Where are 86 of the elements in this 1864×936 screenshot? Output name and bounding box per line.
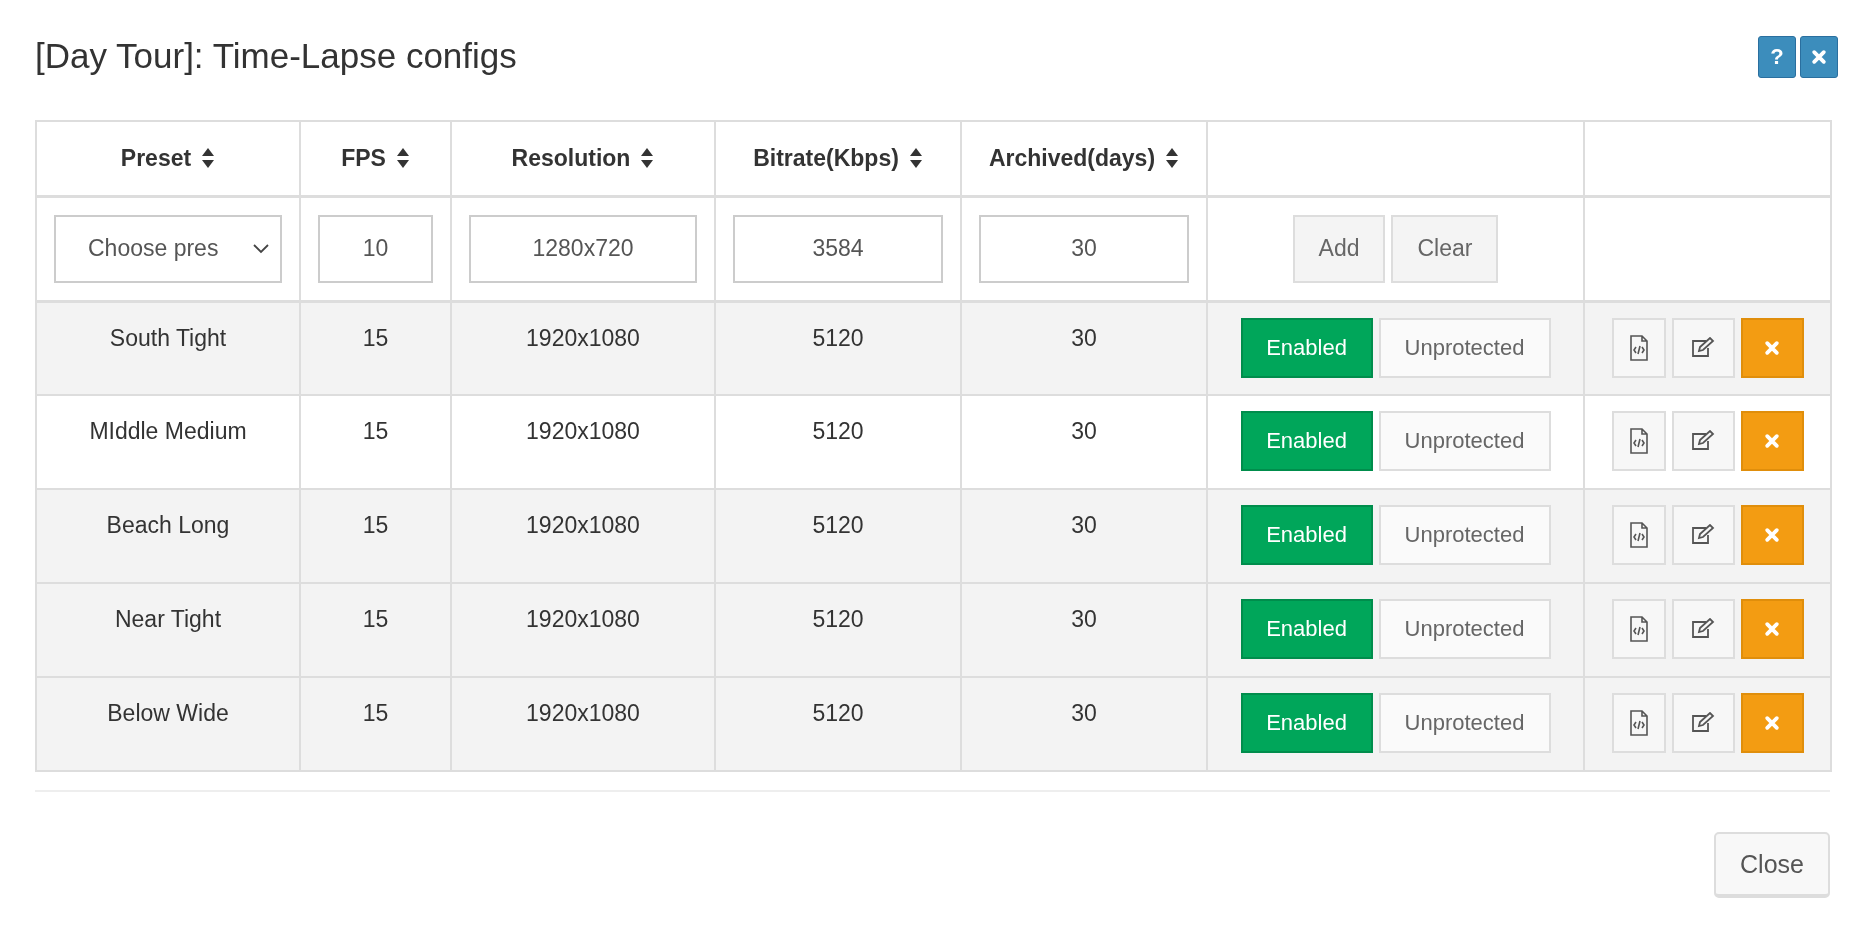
code-button[interactable]: [1611, 693, 1666, 753]
edit-icon: [1690, 430, 1716, 452]
table-cell: 30: [1071, 606, 1097, 633]
table-cell: 15: [362, 418, 389, 445]
code-file-icon: [1628, 428, 1649, 454]
edit-icon: [1690, 336, 1716, 359]
help-button[interactable]: ?: [1758, 36, 1796, 78]
table-cell: 5120: [812, 606, 864, 633]
close-icon: [1811, 49, 1827, 65]
close-icon: [1764, 339, 1780, 356]
table-cell: Below Wide: [107, 700, 229, 727]
delete-button[interactable]: [1740, 411, 1804, 471]
fps-field[interactable]: 10: [318, 214, 433, 283]
code-file-icon: [1628, 334, 1649, 361]
dialog-title: [Day Tour]: Time-Lapse configs: [35, 36, 517, 76]
column-header[interactable]: FPS: [341, 144, 386, 172]
resolution-field[interactable]: 1280x720: [469, 214, 697, 283]
close-button[interactable]: [1800, 36, 1838, 78]
edit-button[interactable]: [1671, 505, 1735, 565]
table-cell: 1920x1080: [526, 418, 640, 445]
table-cell: 5120: [812, 418, 864, 445]
code-button[interactable]: [1611, 317, 1666, 378]
bitrate-field[interactable]: 3584: [733, 214, 943, 283]
delete-button[interactable]: [1740, 317, 1804, 378]
code-button[interactable]: [1611, 599, 1666, 659]
sort-icon: [395, 147, 410, 170]
table-cell: 15: [362, 700, 389, 727]
sort-icon: [640, 147, 655, 170]
protection-button[interactable]: Unprotected: [1378, 411, 1551, 471]
add-button[interactable]: Add: [1292, 214, 1386, 283]
edit-button[interactable]: [1671, 411, 1735, 471]
close-button[interactable]: Close: [1714, 832, 1830, 898]
code-button[interactable]: [1611, 411, 1666, 471]
edit-icon: [1690, 524, 1716, 546]
table-cell: 30: [1071, 418, 1097, 445]
protection-button[interactable]: Unprotected: [1378, 599, 1551, 659]
edit-icon: [1690, 712, 1716, 734]
status-button[interactable]: Enabled: [1240, 411, 1373, 471]
edit-button[interactable]: [1671, 693, 1735, 753]
table-cell: 30: [1071, 324, 1097, 352]
table-cell: 15: [362, 324, 389, 352]
delete-button[interactable]: [1740, 693, 1804, 753]
archived-field[interactable]: 30: [979, 214, 1189, 283]
delete-button[interactable]: [1740, 599, 1804, 659]
table-cell: Beach Long: [106, 512, 230, 539]
close-icon: [1764, 715, 1780, 731]
column-header[interactable]: Resolution: [511, 144, 631, 172]
edit-button[interactable]: [1671, 317, 1735, 378]
table-cell: 5120: [812, 700, 864, 727]
table-cell: 1920x1080: [526, 700, 640, 727]
status-button[interactable]: Enabled: [1240, 505, 1373, 565]
table-cell: MIddle Medium: [89, 418, 247, 445]
table-cell: 1920x1080: [526, 606, 640, 633]
edit-button[interactable]: [1671, 599, 1735, 659]
edit-icon: [1690, 618, 1716, 640]
table-cell: 15: [362, 512, 389, 539]
protection-button[interactable]: Unprotected: [1378, 693, 1551, 753]
table-cell: 30: [1071, 512, 1097, 539]
table-cell: 1920x1080: [526, 324, 640, 352]
table-cell: South Tight: [109, 324, 227, 352]
table-cell: 1920x1080: [526, 512, 640, 539]
code-file-icon: [1628, 710, 1649, 736]
status-button[interactable]: Enabled: [1240, 599, 1373, 659]
status-button[interactable]: Enabled: [1240, 693, 1373, 753]
code-file-icon: [1628, 616, 1649, 642]
code-file-icon: [1628, 522, 1649, 548]
table-cell: 30: [1071, 700, 1097, 727]
clear-button[interactable]: Clear: [1391, 214, 1499, 283]
table-cell: 5120: [812, 512, 864, 539]
close-icon: [1764, 621, 1780, 637]
code-button[interactable]: [1611, 505, 1666, 565]
protection-button[interactable]: Unprotected: [1378, 317, 1551, 378]
table-cell: 15: [362, 606, 389, 633]
close-icon: [1764, 433, 1780, 449]
column-header[interactable]: Preset: [120, 144, 192, 172]
status-button[interactable]: Enabled: [1240, 317, 1373, 378]
sort-icon: [1165, 147, 1180, 170]
delete-button[interactable]: [1740, 505, 1804, 565]
sort-icon: [908, 147, 923, 170]
sort-icon: [201, 147, 216, 170]
table-cell: 5120: [812, 324, 864, 352]
table-cell: Near Tight: [114, 606, 222, 633]
preset-select[interactable]: Choose pres: [54, 214, 282, 283]
chevron-down-icon: [252, 242, 270, 255]
protection-button[interactable]: Unprotected: [1378, 505, 1551, 565]
close-icon: [1764, 527, 1780, 543]
